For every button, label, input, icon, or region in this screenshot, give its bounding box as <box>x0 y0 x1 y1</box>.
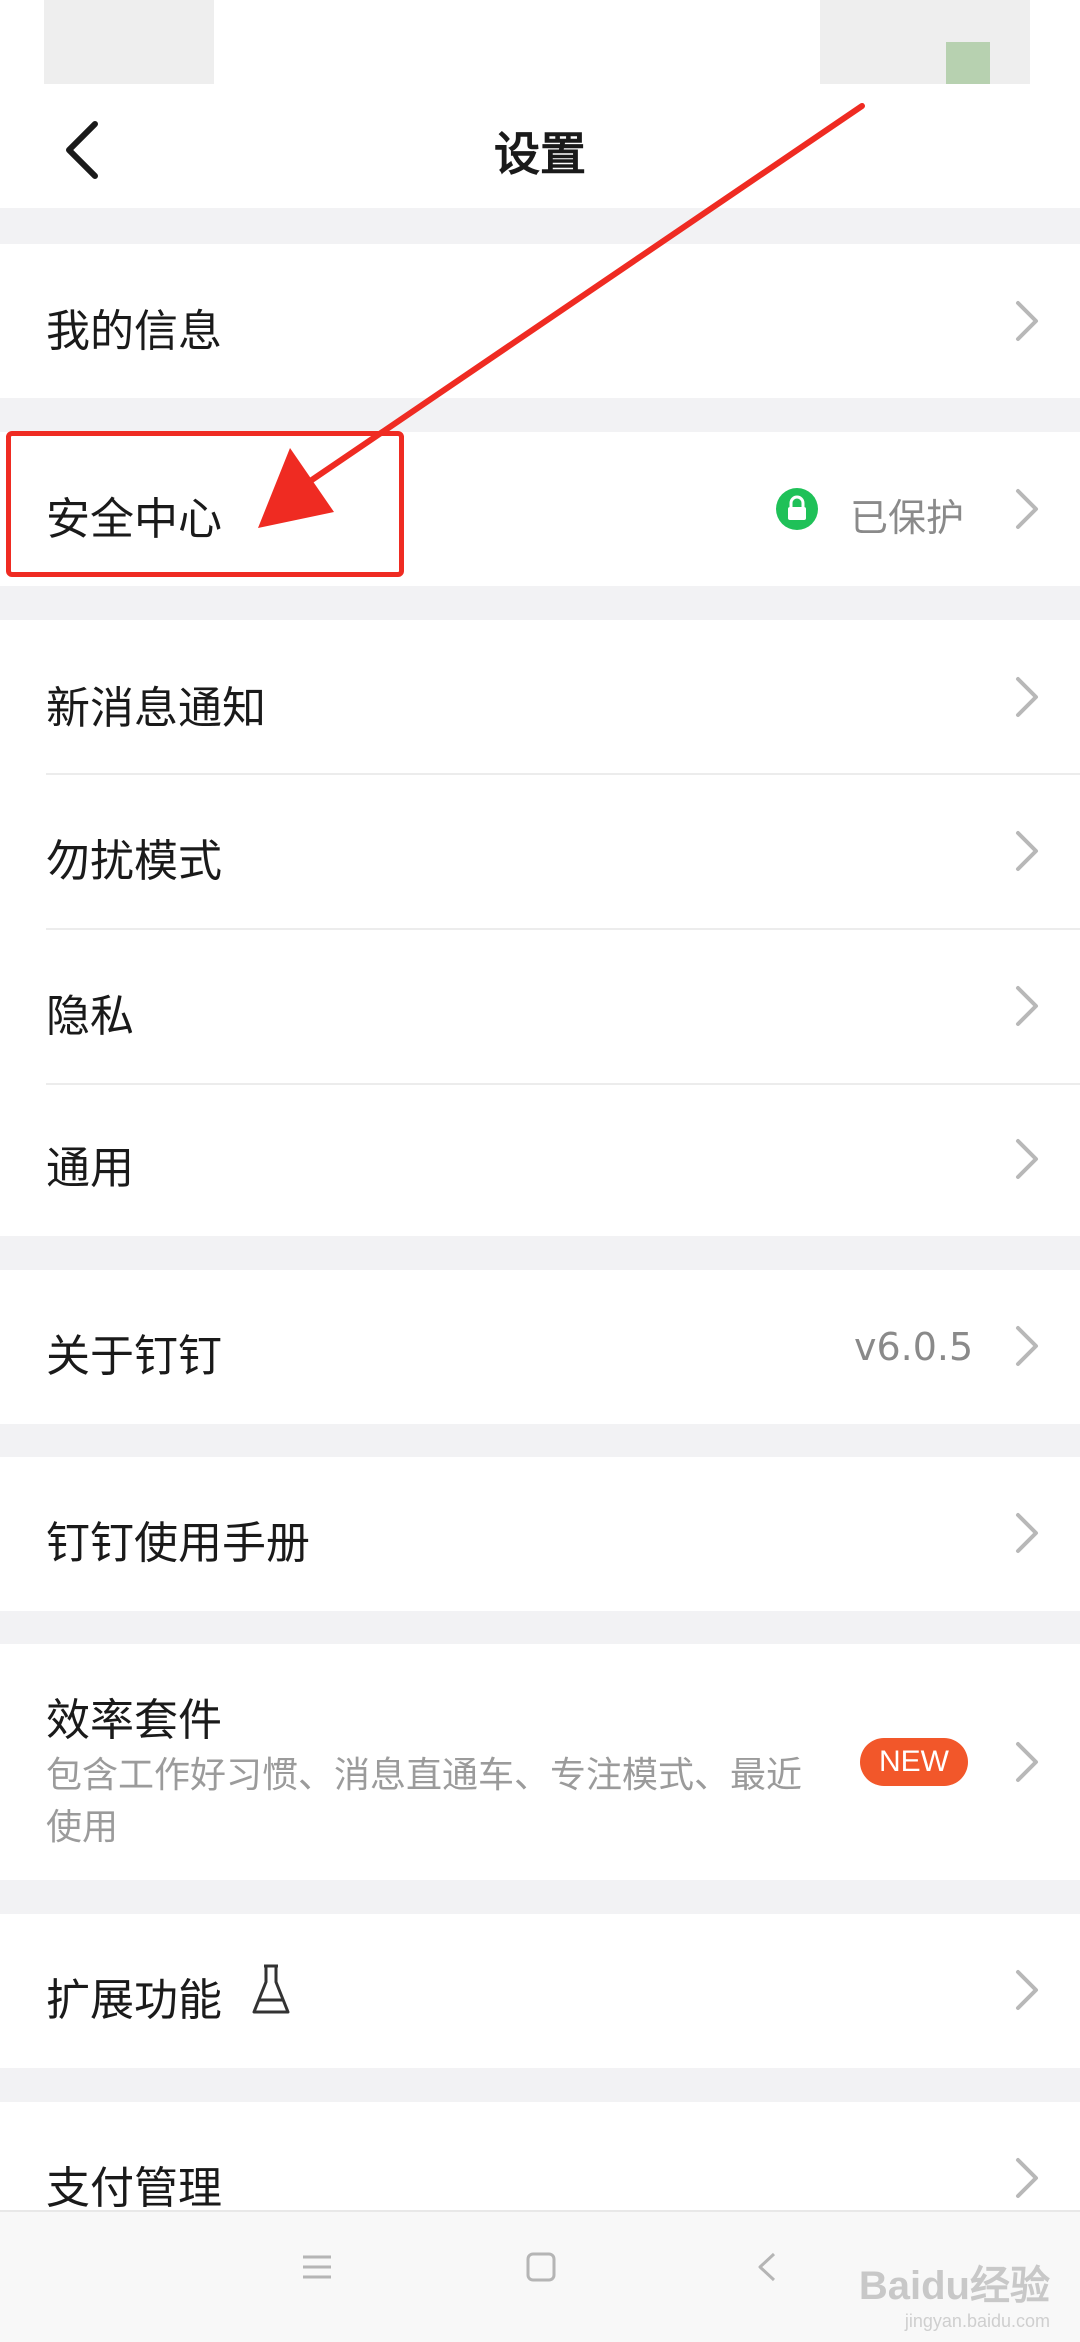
page-title: 设置 <box>494 127 586 181</box>
security-status: 已保护 <box>850 496 965 540</box>
row-about[interactable]: 关于钉钉 v6.0.5 <box>0 1270 1080 1424</box>
settings-group-efficiency: 效率套件 包含工作好习惯、消息直通车、专注模式、最近使用 NEW <box>0 1644 1080 1880</box>
nav-header: 设置 <box>0 90 1080 208</box>
chevron-right-icon <box>1016 1139 1038 1179</box>
new-badge: NEW <box>860 1738 968 1786</box>
system-nav-bar: Baidu经验 jingyan.baidu.com <box>0 2210 1080 2342</box>
chevron-right-icon <box>1016 2158 1038 2198</box>
row-label: 效率套件 <box>46 1695 222 1746</box>
status-bar-left-blur <box>44 0 214 84</box>
chevron-right-icon <box>1016 677 1038 717</box>
row-payment[interactable]: 支付管理 <box>0 2102 1080 2214</box>
chevron-right-icon <box>1016 1742 1038 1782</box>
row-label: 支付管理 <box>46 2163 222 2214</box>
flask-icon <box>252 1964 290 2014</box>
row-general[interactable]: 通用 <box>0 1085 1080 1236</box>
chevron-right-icon <box>1016 1326 1038 1366</box>
settings-group-general: 新消息通知 勿扰模式 隐私 通用 <box>0 620 1080 1236</box>
row-label: 关于钉钉 <box>46 1331 222 1382</box>
watermark-brand: Baidu经验 <box>858 2264 1050 2308</box>
settings-group-extensions: 扩展功能 <box>0 1914 1080 2068</box>
watermark-domain: jingyan.baidu.com <box>904 2311 1050 2331</box>
chevron-right-icon <box>1016 489 1038 529</box>
row-label: 隐私 <box>46 991 134 1042</box>
row-label: 勿扰模式 <box>46 836 222 887</box>
status-bar-right-blur <box>820 0 1030 84</box>
row-new-message-notify[interactable]: 新消息通知 <box>0 620 1080 774</box>
chevron-right-icon <box>1016 1970 1038 2010</box>
lock-icon <box>776 488 818 530</box>
menu-icon[interactable] <box>300 2252 334 2282</box>
row-do-not-disturb[interactable]: 勿扰模式 <box>0 775 1080 928</box>
row-manual[interactable]: 钉钉使用手册 <box>0 1457 1080 1611</box>
battery-icon <box>946 42 990 84</box>
row-description: 包含工作好习惯、消息直通车、专注模式、最近使用 <box>46 1755 803 1848</box>
annotation-highlight-box <box>6 431 404 577</box>
settings-group-about: 关于钉钉 v6.0.5 <box>0 1270 1080 1424</box>
row-privacy[interactable]: 隐私 <box>0 930 1080 1083</box>
settings-group-profile: 我的信息 <box>0 244 1080 398</box>
chevron-right-icon <box>1016 986 1038 1026</box>
settings-group-payment: 支付管理 <box>0 2102 1080 2214</box>
watermark: Baidu经验 jingyan.baidu.com <box>859 2253 1050 2332</box>
row-label: 扩展功能 <box>46 1975 222 2026</box>
app-version: v6.0.5 <box>854 1325 974 1369</box>
row-label: 我的信息 <box>46 306 222 357</box>
status-bar <box>0 0 1080 90</box>
row-label: 钉钉使用手册 <box>46 1518 310 1569</box>
row-my-info[interactable]: 我的信息 <box>0 244 1080 398</box>
settings-group-manual: 钉钉使用手册 <box>0 1457 1080 1611</box>
row-extensions[interactable]: 扩展功能 <box>0 1914 1080 2068</box>
chevron-right-icon <box>1016 301 1038 341</box>
chevron-right-icon <box>1016 831 1038 871</box>
home-square-icon[interactable] <box>524 2250 558 2284</box>
back-triangle-icon[interactable] <box>754 2250 780 2284</box>
row-label: 通用 <box>46 1143 134 1194</box>
row-efficiency-suite[interactable]: 效率套件 包含工作好习惯、消息直通车、专注模式、最近使用 NEW <box>0 1644 1080 1880</box>
row-label: 新消息通知 <box>46 683 266 734</box>
chevron-right-icon <box>1016 1513 1038 1553</box>
